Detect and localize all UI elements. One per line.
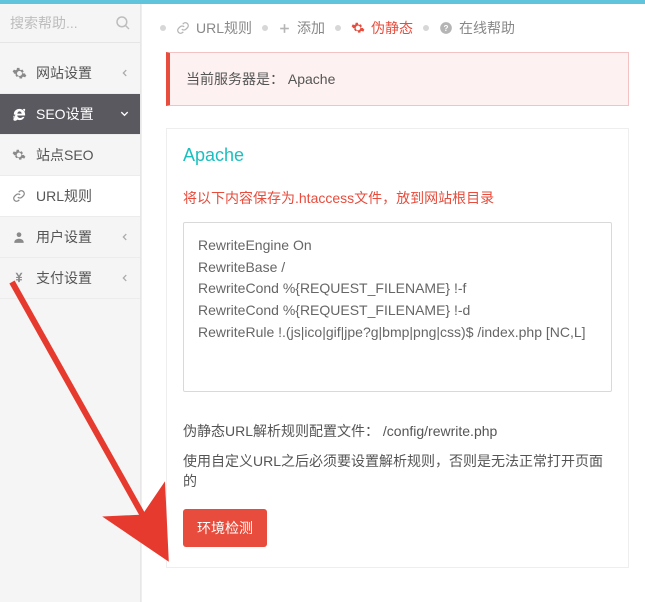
tab-bar: URL规则 添加 伪静态 ? 在线帮助	[156, 14, 645, 52]
gear-icon	[10, 66, 28, 81]
sidebar-menu: 网站设置 SEO设置 站点SEO	[0, 53, 140, 299]
chevron-left-icon	[120, 65, 130, 81]
tab-label: 添加	[297, 18, 325, 38]
chevron-down-icon	[119, 106, 130, 122]
htaccess-code[interactable]	[183, 222, 612, 392]
gear-icon	[351, 21, 365, 35]
sidebar-item-url-rules[interactable]: URL规则	[0, 176, 140, 217]
sidebar: 网站设置 SEO设置 站点SEO	[0, 4, 141, 602]
yen-icon	[10, 271, 28, 285]
sidebar-item-label: SEO设置	[36, 104, 94, 124]
sidebar-item-seo-settings[interactable]: SEO设置	[0, 94, 140, 135]
config-line: 伪静态URL解析规则配置文件： /config/rewrite.php	[183, 421, 612, 441]
plus-icon	[278, 22, 291, 35]
panel-note: 使用自定义URL之后必须要设置解析规则，否则是无法正常打开页面的	[183, 451, 612, 491]
sidebar-item-label: 网站设置	[36, 63, 92, 83]
config-prefix: 伪静态URL解析规则配置文件：	[183, 423, 379, 439]
alert-server-name: Apache	[288, 71, 335, 87]
server-alert: 当前服务器是： Apache	[166, 52, 629, 106]
svg-text:?: ?	[444, 24, 449, 33]
link-icon	[176, 21, 190, 35]
sidebar-item-user-settings[interactable]: 用户设置	[0, 217, 140, 258]
search-icon[interactable]	[114, 14, 132, 32]
main-content: URL规则 添加 伪静态 ? 在线帮助	[141, 4, 645, 602]
tab-separator	[262, 25, 268, 31]
env-check-button[interactable]: 环境检测	[183, 509, 267, 547]
tab-url-rules[interactable]: URL规则	[176, 18, 252, 38]
panel-title: Apache	[183, 145, 612, 166]
app-root: 网站设置 SEO设置 站点SEO	[0, 0, 645, 602]
sidebar-search	[0, 4, 140, 43]
apache-panel: Apache 将以下内容保存为.htaccess文件，放到网站根目录 伪静态UR…	[166, 128, 629, 568]
sidebar-item-label: 站点SEO	[36, 145, 94, 165]
sidebar-item-pay-settings[interactable]: 支付设置	[0, 258, 140, 299]
tab-separator	[160, 25, 166, 31]
tab-separator	[423, 25, 429, 31]
gear-icon	[10, 148, 28, 162]
alert-prefix: 当前服务器是：	[186, 71, 284, 87]
config-path: /config/rewrite.php	[383, 423, 497, 439]
panel-instruction: 将以下内容保存为.htaccess文件，放到网站根目录	[183, 188, 612, 208]
tab-label: 伪静态	[371, 18, 413, 38]
tab-add[interactable]: 添加	[278, 18, 325, 38]
ie-icon	[10, 107, 28, 122]
user-icon	[10, 230, 28, 244]
chevron-left-icon	[120, 229, 130, 245]
link-icon	[10, 189, 28, 203]
question-icon: ?	[439, 21, 453, 35]
tab-separator	[335, 25, 341, 31]
sidebar-item-label: 用户设置	[36, 227, 92, 247]
search-input[interactable]	[8, 14, 110, 32]
sidebar-item-site-seo[interactable]: 站点SEO	[0, 135, 140, 176]
tab-label: 在线帮助	[459, 18, 515, 38]
tab-help[interactable]: ? 在线帮助	[439, 18, 515, 38]
tab-pseudo-static[interactable]: 伪静态	[351, 18, 413, 38]
sidebar-item-site-settings[interactable]: 网站设置	[0, 53, 140, 94]
chevron-left-icon	[120, 270, 130, 286]
sidebar-item-label: URL规则	[36, 186, 92, 206]
sidebar-item-label: 支付设置	[36, 268, 92, 288]
tab-label: URL规则	[196, 18, 252, 38]
